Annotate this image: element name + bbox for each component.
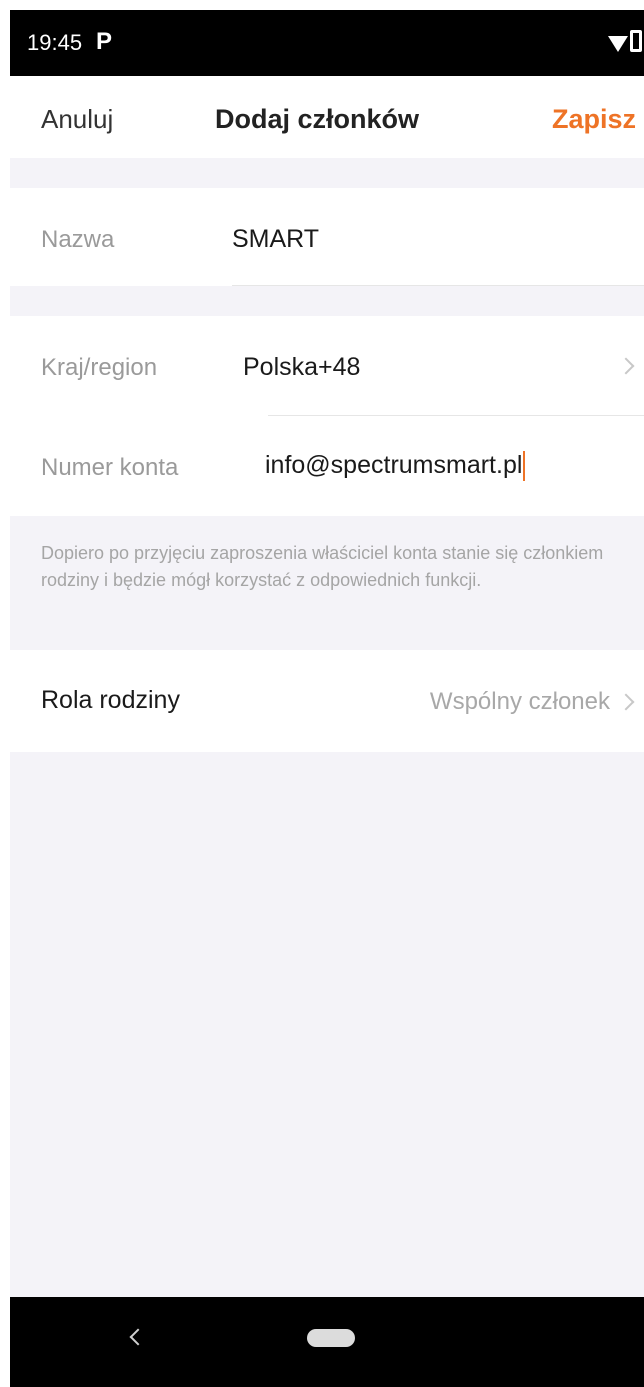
account-label: Numer konta [41, 454, 179, 481]
name-label: Nazwa [41, 226, 115, 253]
divider [232, 285, 644, 286]
name-row[interactable]: Nazwa SMART [10, 188, 644, 288]
page-title: Dodaj członków [215, 104, 420, 134]
header: Anuluj Dodaj członków Zapisz [10, 76, 644, 158]
account-value: info@spectrumsmart.pl [265, 451, 523, 479]
name-input[interactable]: SMART [232, 225, 319, 254]
account-group: Kraj/region Polska+48 Numer konta info@s… [10, 316, 644, 516]
account-input[interactable]: info@spectrumsmart.pl [265, 451, 526, 482]
back-icon[interactable] [129, 1328, 147, 1346]
region-value: Polska+48 [243, 353, 361, 381]
account-row[interactable]: Numer konta info@spectrumsmart.pl [10, 416, 644, 516]
chevron-right-icon [617, 357, 635, 375]
family-role-row[interactable]: Rola rodziny Wspólny członek [10, 650, 644, 752]
invitation-hint: Dopiero po przyjęciu zaproszenia właścic… [41, 543, 604, 590]
region-row[interactable]: Kraj/region Polska+48 [10, 316, 644, 416]
region-label: Kraj/region [41, 354, 158, 381]
chevron-right-icon [617, 693, 635, 711]
status-bar: 19:45 P [10, 10, 644, 76]
cancel-button[interactable]: Anuluj [41, 104, 113, 135]
text-cursor [523, 451, 526, 482]
role-label: Rola rodziny [41, 686, 180, 714]
name-group: Nazwa SMART [10, 188, 644, 286]
screen: 19:45 P Anuluj Dodaj członków Zapisz Naz… [10, 10, 644, 1387]
home-icon[interactable] [307, 1329, 355, 1347]
parking-notification-icon: P [96, 28, 113, 55]
status-time: 19:45 [27, 30, 83, 55]
role-value: Wspólny członek [429, 688, 610, 715]
wifi-icon [608, 36, 628, 52]
save-button[interactable]: Zapisz [552, 104, 636, 135]
battery-icon [630, 30, 642, 52]
system-navigation-bar [10, 1297, 644, 1387]
